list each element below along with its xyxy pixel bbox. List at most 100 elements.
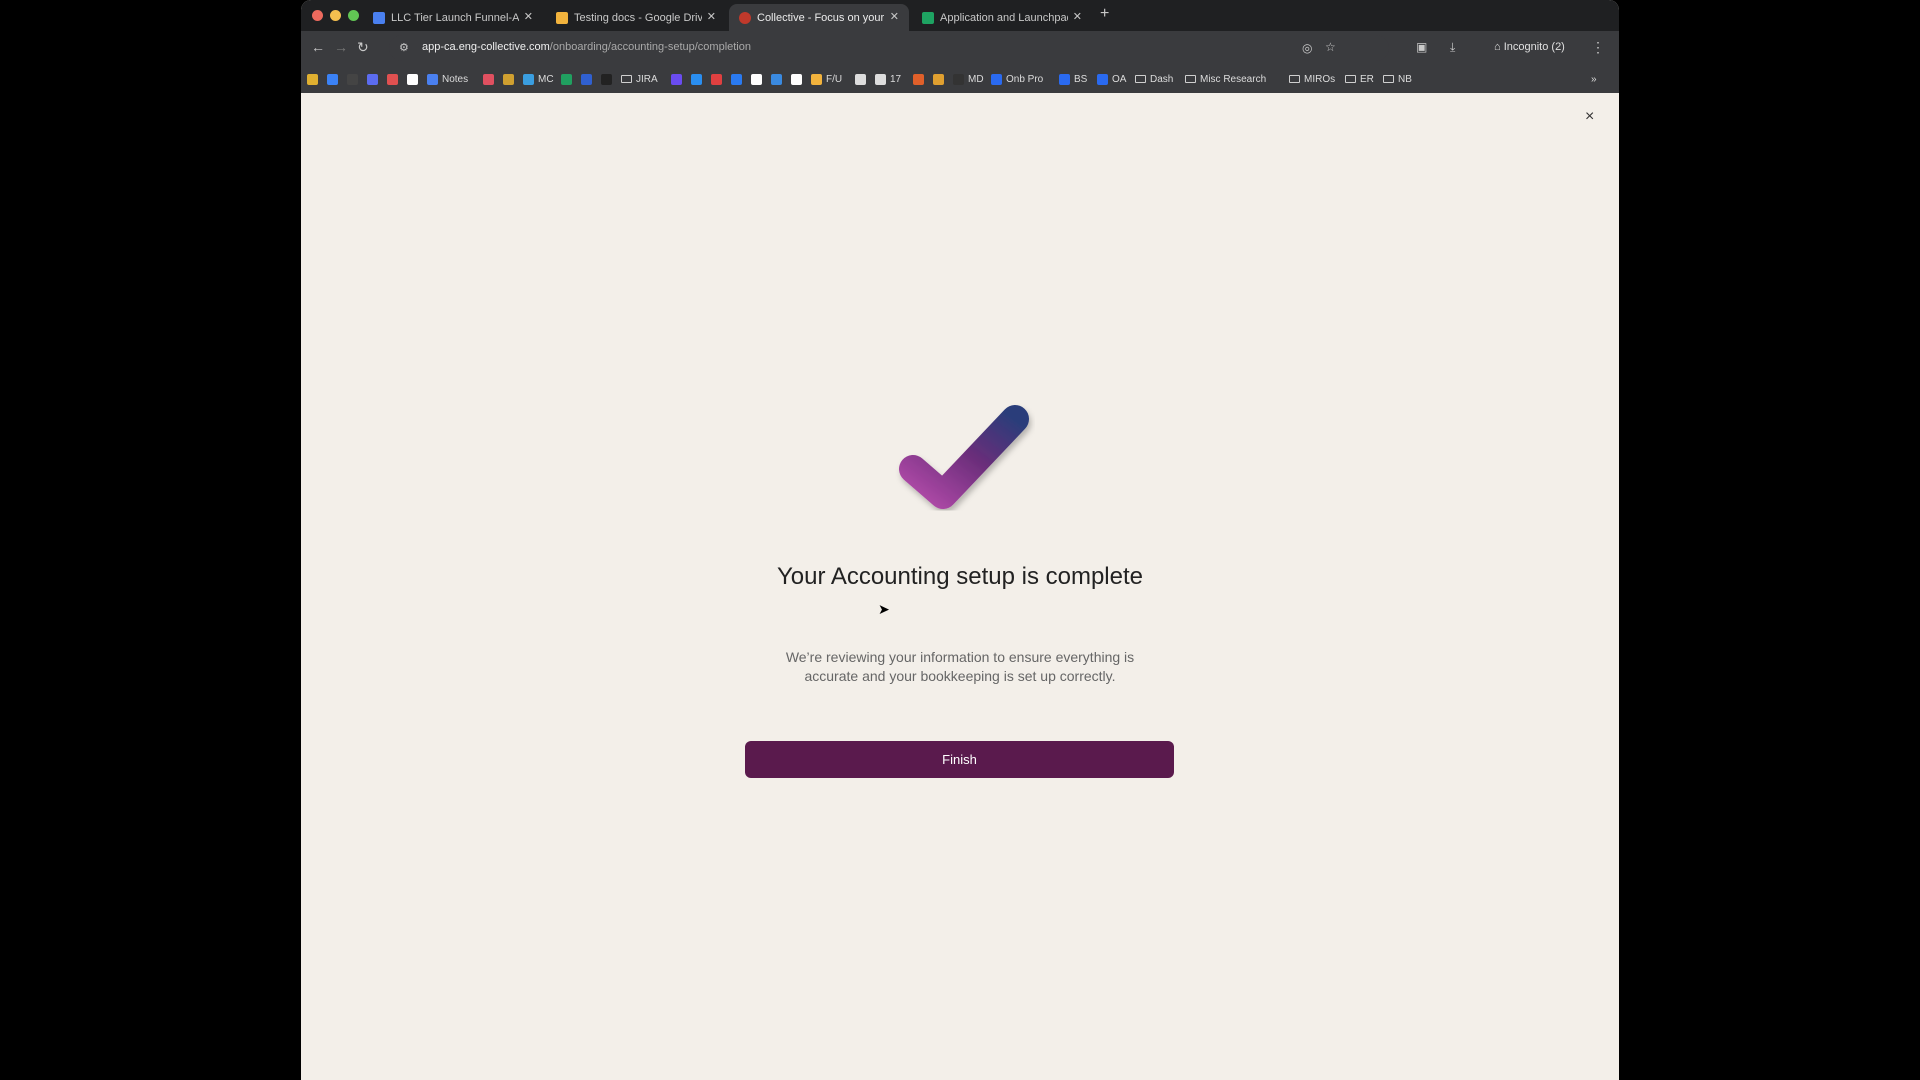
finish-button[interactable]: Finish bbox=[745, 741, 1174, 778]
bookmark-label: BS bbox=[1074, 73, 1088, 85]
site-info-icon[interactable]: ⚙ bbox=[399, 41, 409, 54]
page-content: × Your Accounting setup is complete We’r… bbox=[301, 93, 1619, 1080]
star-icon[interactable]: ☆ bbox=[1325, 40, 1336, 54]
bookmarks-bar: Notes MC JIRA F/U 17 MD Onb Pro BS OA Dash Misc Re… bbox=[301, 65, 1619, 94]
bookmark-item[interactable]: Onb Pro bbox=[991, 72, 1043, 86]
bookmark-item[interactable]: NB bbox=[1383, 72, 1412, 86]
eye-off-icon[interactable]: ◎ bbox=[1302, 41, 1312, 55]
folder-icon bbox=[1185, 75, 1196, 83]
bookmark-item[interactable]: ER bbox=[1345, 72, 1374, 86]
toolbar: ← → ↻ ⚙ app-ca.eng-collective.com/onboar… bbox=[301, 31, 1619, 65]
close-tab-icon[interactable]: ✕ bbox=[524, 10, 533, 23]
bookmark-label: JIRA bbox=[636, 73, 658, 85]
menu-icon[interactable]: ⋮ bbox=[1591, 39, 1605, 56]
bookmark-item[interactable] bbox=[347, 72, 362, 86]
bookmark-favicon-icon bbox=[601, 73, 612, 85]
bookmark-favicon-icon bbox=[791, 73, 802, 85]
browser-tab-active[interactable]: Collective - Focus on your pa ✕ bbox=[729, 4, 909, 31]
bookmark-favicon-icon bbox=[307, 73, 318, 85]
bookmark-favicon-icon bbox=[387, 73, 398, 85]
browser-tab[interactable]: Application and Launchpad I ✕ bbox=[912, 4, 1092, 31]
close-icon[interactable]: × bbox=[1585, 108, 1594, 126]
bookmark-favicon-icon bbox=[1059, 73, 1070, 85]
bookmark-item[interactable] bbox=[771, 72, 786, 86]
bookmark-item[interactable] bbox=[913, 72, 928, 86]
bookmark-item[interactable]: Notes bbox=[427, 72, 468, 86]
bookmark-favicon-icon bbox=[523, 73, 534, 85]
bookmark-label: MC bbox=[538, 73, 554, 85]
page-title: Your Accounting setup is complete bbox=[776, 563, 1143, 590]
bookmark-label: Misc Research bbox=[1200, 73, 1267, 85]
bookmark-item[interactable] bbox=[561, 72, 576, 86]
close-tab-icon[interactable]: ✕ bbox=[890, 10, 899, 23]
bookmark-favicon-icon bbox=[347, 73, 358, 85]
page-subtitle: We’re reviewing your information to ensu… bbox=[785, 649, 1135, 684]
mouse-cursor-icon: ➤ bbox=[878, 601, 890, 617]
bookmarks-overflow-icon[interactable]: » bbox=[1591, 72, 1597, 86]
bookmark-item[interactable] bbox=[751, 72, 766, 86]
bookmark-favicon-icon bbox=[327, 73, 338, 85]
bookmark-item[interactable] bbox=[367, 72, 382, 86]
bookmark-item[interactable] bbox=[601, 72, 616, 86]
bookmark-favicon-icon bbox=[561, 73, 572, 85]
bookmark-item[interactable]: JIRA bbox=[621, 72, 658, 86]
bookmark-item[interactable] bbox=[483, 72, 498, 86]
bookmark-item[interactable]: MC bbox=[523, 72, 554, 86]
checkmark-icon bbox=[899, 405, 1029, 509]
close-window-button[interactable] bbox=[312, 10, 323, 21]
folder-icon bbox=[1345, 75, 1356, 83]
back-icon[interactable]: ← bbox=[311, 39, 325, 55]
browser-tab[interactable]: Testing docs - Google Drive ✕ bbox=[546, 4, 726, 31]
bookmark-item[interactable]: Dash bbox=[1135, 72, 1173, 86]
download-icon[interactable]: ⤓ bbox=[1450, 40, 1455, 55]
forward-icon[interactable]: → bbox=[334, 39, 348, 55]
bookmark-item[interactable] bbox=[711, 72, 726, 86]
bookmark-item[interactable]: F/U bbox=[811, 72, 842, 86]
bookmark-favicon-icon bbox=[953, 73, 964, 85]
folder-icon bbox=[621, 75, 632, 83]
minimize-window-button[interactable] bbox=[330, 10, 341, 21]
bookmark-item[interactable] bbox=[307, 72, 322, 86]
browser-tab[interactable]: LLC Tier Launch Funnel-App ✕ bbox=[363, 4, 543, 31]
bookmark-label: MD bbox=[968, 73, 984, 85]
bookmark-item[interactable]: MD bbox=[953, 72, 984, 86]
collective-icon bbox=[739, 11, 751, 24]
bookmark-item[interactable] bbox=[671, 72, 686, 86]
new-tab-button[interactable]: + bbox=[1100, 5, 1109, 23]
bookmark-item[interactable] bbox=[933, 72, 948, 86]
reload-icon[interactable]: ↻ bbox=[357, 39, 369, 56]
bookmark-item[interactable] bbox=[503, 72, 518, 86]
bookmark-label: Dash bbox=[1150, 73, 1174, 85]
bookmark-favicon-icon bbox=[913, 73, 924, 85]
close-tab-icon[interactable]: ✕ bbox=[1073, 10, 1082, 23]
bookmark-item[interactable] bbox=[581, 72, 596, 86]
bookmark-favicon-icon bbox=[427, 73, 438, 85]
bookmark-item[interactable]: 17 bbox=[875, 72, 901, 86]
bookmark-favicon-icon bbox=[671, 73, 682, 85]
maximize-window-button[interactable] bbox=[348, 10, 359, 21]
bookmark-item[interactable] bbox=[387, 72, 402, 86]
bookmark-label: NB bbox=[1398, 73, 1412, 85]
bookmark-label: Onb Pro bbox=[1006, 73, 1044, 85]
bookmark-item[interactable]: Misc Research bbox=[1185, 72, 1266, 86]
bookmark-item[interactable] bbox=[791, 72, 806, 86]
incognito-label: Incognito (2) bbox=[1503, 41, 1565, 53]
bookmark-favicon-icon bbox=[581, 73, 592, 85]
bookmark-item[interactable] bbox=[327, 72, 342, 86]
bookmark-item[interactable]: OA bbox=[1097, 72, 1126, 86]
bookmark-item[interactable]: BS bbox=[1059, 72, 1087, 86]
incognito-badge[interactable]: ⌂ Incognito (2) bbox=[1494, 41, 1565, 53]
folder-icon bbox=[1289, 75, 1300, 83]
side-panel-icon[interactable]: ▣ bbox=[1416, 40, 1427, 54]
bookmark-item[interactable] bbox=[691, 72, 706, 86]
folder-icon bbox=[1383, 75, 1394, 83]
address-bar[interactable]: ⚙ app-ca.eng-collective.com/onboarding/a… bbox=[389, 35, 1389, 61]
browser-window: LLC Tier Launch Funnel-App ✕ Testing doc… bbox=[301, 0, 1619, 1080]
bookmark-item[interactable] bbox=[855, 72, 870, 86]
bookmark-item[interactable] bbox=[731, 72, 746, 86]
url-text[interactable]: app-ca.eng-collective.com/onboarding/acc… bbox=[422, 41, 751, 53]
bookmark-favicon-icon bbox=[483, 73, 494, 85]
bookmark-item[interactable]: MIROs bbox=[1289, 72, 1335, 86]
bookmark-item[interactable] bbox=[407, 72, 422, 86]
close-tab-icon[interactable]: ✕ bbox=[707, 10, 716, 23]
